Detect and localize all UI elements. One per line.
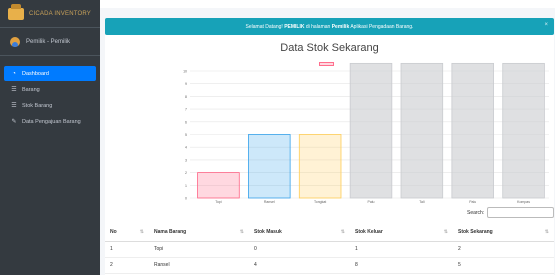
search-input[interactable] — [487, 207, 555, 218]
x-tick-label: Topi — [215, 200, 222, 204]
sidebar-item-label: Stok Barang — [22, 102, 53, 109]
column-header-stok-sekarang[interactable]: Stok Sekarang ⇅ — [453, 223, 554, 242]
x-tick-label: Palu — [469, 200, 476, 204]
sort-icon: ⇅ — [139, 229, 144, 235]
table-icon: ☰ — [11, 87, 17, 93]
y-tick-label: 5 — [185, 133, 187, 137]
welcome-alert: Selamat Datang! PEMILIK di halaman Pemil… — [105, 18, 554, 35]
brand[interactable]: CICADA INVENTORY — [0, 0, 100, 28]
table-icon: ☰ — [11, 103, 17, 109]
sidebar: CICADA INVENTORY Pemilik - Pemilik ◔ Das… — [0, 0, 100, 275]
user-name: Pemilik - Pemilik — [26, 38, 71, 45]
table-row: 2 Ransel 4 8 5 — [105, 257, 554, 274]
column-header-nama-barang[interactable]: Nama Barang ⇅ — [149, 223, 249, 242]
sidebar-item-stok-barang[interactable]: ☰ Stok Barang — [4, 98, 96, 113]
bar-topi — [197, 172, 240, 199]
alert-suffix: Aplikasi Pengadaan Barang. — [349, 23, 414, 30]
y-tick-label: 7 — [185, 108, 187, 112]
y-tick-label: 0 — [185, 197, 187, 201]
sidebar-item-barang[interactable]: ☰ Barang — [4, 82, 96, 97]
alert-middle: di halaman — [304, 23, 332, 30]
brand-logo-icon — [8, 3, 24, 20]
table-cell: Topi — [149, 241, 249, 258]
y-tick-label: 3 — [185, 158, 187, 162]
dashboard-card: Data Stok Sekarang 0 1 2 3 4 5 6 7 8 9 10 Topi Ranse… — [105, 35, 555, 275]
close-icon[interactable]: × — [544, 22, 548, 28]
y-tick-label: 1 — [185, 184, 187, 188]
y-tick-label: 10 — [183, 70, 187, 74]
user-panel[interactable]: Pemilik - Pemilik — [0, 28, 100, 56]
y-tick-label: 2 — [185, 171, 187, 175]
sidebar-item-label: Barang — [22, 86, 40, 93]
bar-tongkat — [298, 134, 342, 199]
main-content: Selamat Datang! PEMILIK di halaman Pemil… — [100, 0, 555, 275]
sort-icon: ⇅ — [443, 229, 448, 235]
stock-table: No ⇅ Nama Barang ⇅ Stok Masuk ⇅ Stok Keluar… — [105, 223, 554, 274]
edit-icon: ✎ — [11, 119, 17, 125]
stock-bar-chart: 0 1 2 3 4 5 6 7 8 9 10 Topi Ransel Tongkat Palu Tali Pal… — [183, 62, 549, 204]
bar-tali — [400, 62, 444, 199]
alert-role-2: Pemilik — [331, 23, 350, 30]
sidebar-nav: ◔ Dashboard ☰ Barang ☰ Stok Barang ✎ Dat… — [0, 56, 100, 129]
alert-role-1: PEMILIK — [284, 23, 305, 30]
bar-kompas — [502, 62, 545, 199]
y-tick-label: 6 — [185, 120, 187, 124]
column-header-stok-masuk[interactable]: Stok Masuk ⇅ — [249, 223, 350, 242]
column-header-no[interactable]: No ⇅ — [105, 223, 149, 242]
brand-name: CICADA INVENTORY — [29, 10, 91, 17]
bar-palu — [349, 62, 393, 199]
y-tick-label: 4 — [185, 146, 187, 150]
table-row: 1 Topi 0 1 2 — [105, 241, 554, 258]
sidebar-item-dashboard[interactable]: ◔ Dashboard — [4, 66, 96, 81]
x-tick-label: Kompas — [517, 200, 530, 204]
x-tick-label: Palu — [367, 200, 374, 204]
avatar — [10, 36, 20, 47]
x-tick-label: Ransel — [264, 200, 275, 204]
x-tick-label: Tongkat — [314, 200, 326, 204]
table-cell: 2 — [453, 241, 554, 258]
search-label: Search: — [467, 209, 485, 216]
bar-ransel — [248, 134, 291, 199]
sort-icon: ⇅ — [239, 229, 244, 235]
sidebar-item-data-pengajuan-barang[interactable]: ✎ Data Pengajuan Barang — [4, 114, 96, 129]
table-header-row: No ⇅ Nama Barang ⇅ Stok Masuk ⇅ Stok Keluar… — [105, 223, 554, 242]
table-cell: 1 — [350, 241, 453, 258]
table-cell: 0 — [249, 241, 350, 258]
sidebar-item-label: Dashboard — [22, 70, 49, 77]
table-cell: 2 — [105, 257, 149, 274]
table-search: Search: — [467, 207, 555, 218]
table-cell: 8 — [350, 257, 453, 274]
sort-icon: ⇅ — [340, 229, 345, 235]
sidebar-item-label: Data Pengajuan Barang — [22, 118, 81, 125]
sort-icon: ⇅ — [544, 229, 549, 235]
table-cell: 4 — [249, 257, 350, 274]
table-cell: 5 — [453, 257, 554, 274]
top-navbar — [100, 0, 555, 8]
x-tick-label: Tali — [419, 200, 424, 204]
table-cell: 1 — [105, 241, 149, 258]
table-cell: Ransel — [149, 257, 249, 274]
column-header-stok-keluar[interactable]: Stok Keluar ⇅ — [350, 223, 453, 242]
alert-prefix: Selamat Datang! — [245, 23, 285, 30]
y-tick-label: 9 — [185, 82, 187, 86]
bar-palu — [451, 62, 494, 199]
y-tick-label: 8 — [185, 95, 187, 99]
dashboard-icon: ◔ — [12, 70, 16, 77]
